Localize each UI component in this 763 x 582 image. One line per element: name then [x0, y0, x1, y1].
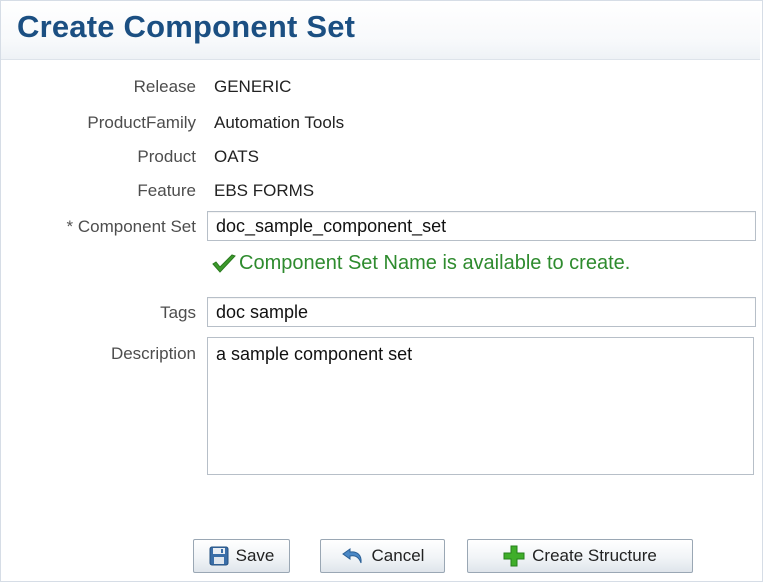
plus-icon: [503, 545, 525, 567]
cancel-button[interactable]: Cancel: [320, 539, 445, 573]
product-label: Product: [137, 147, 196, 166]
description-label: Description: [110, 344, 196, 363]
create-structure-button-label: Create Structure: [532, 546, 657, 565]
feature-value: EBS FORMS: [214, 181, 315, 200]
feature-label: Feature: [137, 181, 196, 200]
floppy-disk-icon: [209, 546, 229, 566]
page-title: Create Component Set: [17, 9, 356, 44]
component-set-label: Component Set: [77, 217, 196, 236]
cancel-button-label: Cancel: [371, 546, 425, 565]
dialog-frame: [0, 0, 763, 582]
product-family-label: ProductFamily: [87, 113, 196, 132]
component-set-label-row: * Component Set: [67, 217, 197, 237]
release-value: GENERIC: [214, 77, 292, 96]
component-set-input[interactable]: doc_sample_component_set: [207, 211, 756, 241]
tags-label: Tags: [160, 303, 196, 322]
product-value: OATS: [214, 147, 260, 166]
save-button-label: Save: [235, 546, 275, 565]
required-indicator: *: [66, 217, 74, 236]
create-structure-button[interactable]: Create Structure: [467, 539, 693, 573]
checkmark-icon: [212, 253, 236, 273]
product-family-value: Automation Tools: [214, 113, 345, 132]
availability-message: Component Set Name is available to creat…: [239, 252, 631, 274]
undo-icon: [341, 548, 362, 564]
tags-input[interactable]: doc sample: [207, 297, 756, 327]
page-header: Create Component Set: [1, 1, 760, 60]
availability-status: Component Set Name is available to creat…: [211, 252, 630, 275]
description-textarea[interactable]: a sample component set: [207, 337, 754, 475]
save-button[interactable]: Save: [193, 539, 290, 573]
release-label: Release: [133, 77, 196, 96]
